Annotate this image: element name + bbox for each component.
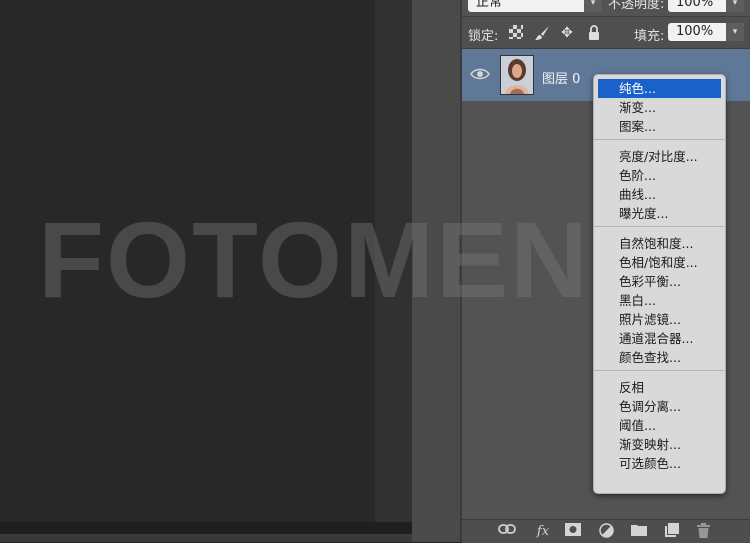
mask-icon[interactable] xyxy=(564,523,582,540)
menu-item[interactable]: 色彩平衡... xyxy=(598,272,721,291)
chevron-down-icon: ▾ xyxy=(726,23,744,41)
status-bar xyxy=(0,534,412,542)
trash-icon[interactable] xyxy=(694,523,712,540)
lock-transparent-icon[interactable] xyxy=(508,25,524,41)
blend-opacity-row: 正常 ▾ 不透明度: 100% ▾ xyxy=(462,0,750,17)
layer-name[interactable]: 图层 0 xyxy=(542,68,580,87)
new-layer-icon[interactable] xyxy=(663,523,681,540)
blend-mode-value: 正常 xyxy=(476,0,503,10)
chevron-down-icon: ▾ xyxy=(726,0,744,12)
canvas-shade xyxy=(375,0,412,522)
panel-separator xyxy=(412,0,462,542)
menu-item[interactable]: 通道混合器... xyxy=(598,329,721,348)
layer-thumbnail[interactable] xyxy=(500,55,534,95)
menu-item[interactable]: 颜色查找... xyxy=(598,348,721,367)
menu-item[interactable]: 可选颜色... xyxy=(598,454,721,473)
menu-item[interactable]: 亮度/对比度... xyxy=(598,147,721,166)
folder-icon[interactable] xyxy=(630,523,648,540)
link-icon[interactable] xyxy=(498,523,516,540)
brush-icon[interactable] xyxy=(534,25,550,41)
menu-item[interactable]: 阈值... xyxy=(598,416,721,435)
menu-item[interactable]: 曝光度... xyxy=(598,204,721,223)
menu-separator xyxy=(594,139,725,140)
menu-item[interactable]: 渐变映射... xyxy=(598,435,721,454)
menu-item[interactable]: 纯色... xyxy=(598,79,721,98)
eye-icon[interactable] xyxy=(470,66,490,80)
lock-icon[interactable] xyxy=(586,25,602,41)
menu-item[interactable]: 曲线... xyxy=(598,185,721,204)
blend-mode-select[interactable]: 正常 ▾ xyxy=(468,0,602,12)
menu-item[interactable]: 渐变... xyxy=(598,98,721,117)
fill-label: 填充: xyxy=(634,29,665,44)
opacity-field[interactable]: 100% ▾ xyxy=(668,0,744,12)
fx-icon[interactable]: fx xyxy=(532,523,554,540)
opacity-label: 不透明度: xyxy=(608,0,665,12)
menu-item[interactable]: 反相 xyxy=(598,378,721,397)
menu-separator xyxy=(594,226,725,227)
menu-item[interactable]: 色调分离... xyxy=(598,397,721,416)
adjustment-layer-menu: 纯色... 渐变... 图案... 亮度/对比度... 色阶... 曲线... 曝光度...… xyxy=(593,74,726,494)
menu-item[interactable]: 照片滤镜... xyxy=(598,310,721,329)
menu-item[interactable]: 黑白... xyxy=(598,291,721,310)
chevron-down-icon: ▾ xyxy=(584,0,602,12)
adjustment-icon[interactable] xyxy=(597,523,615,540)
menu-separator xyxy=(594,370,725,371)
opacity-value: 100% xyxy=(676,0,714,10)
lock-row: 锁定: ✥ 填充: 100% ▾ xyxy=(462,17,750,49)
fill-value: 100% xyxy=(676,24,714,39)
document-canvas[interactable] xyxy=(0,0,412,542)
move-icon[interactable]: ✥ xyxy=(559,25,575,41)
menu-item[interactable]: 图案... xyxy=(598,117,721,136)
menu-item[interactable]: 自然饱和度... xyxy=(598,234,721,253)
layers-toolbar: fx xyxy=(462,519,750,543)
menu-item[interactable]: 色相/饱和度... xyxy=(598,253,721,272)
fill-field[interactable]: 100% ▾ xyxy=(668,23,744,41)
lock-label: 锁定: xyxy=(468,29,499,44)
menu-item[interactable]: 色阶... xyxy=(598,166,721,185)
